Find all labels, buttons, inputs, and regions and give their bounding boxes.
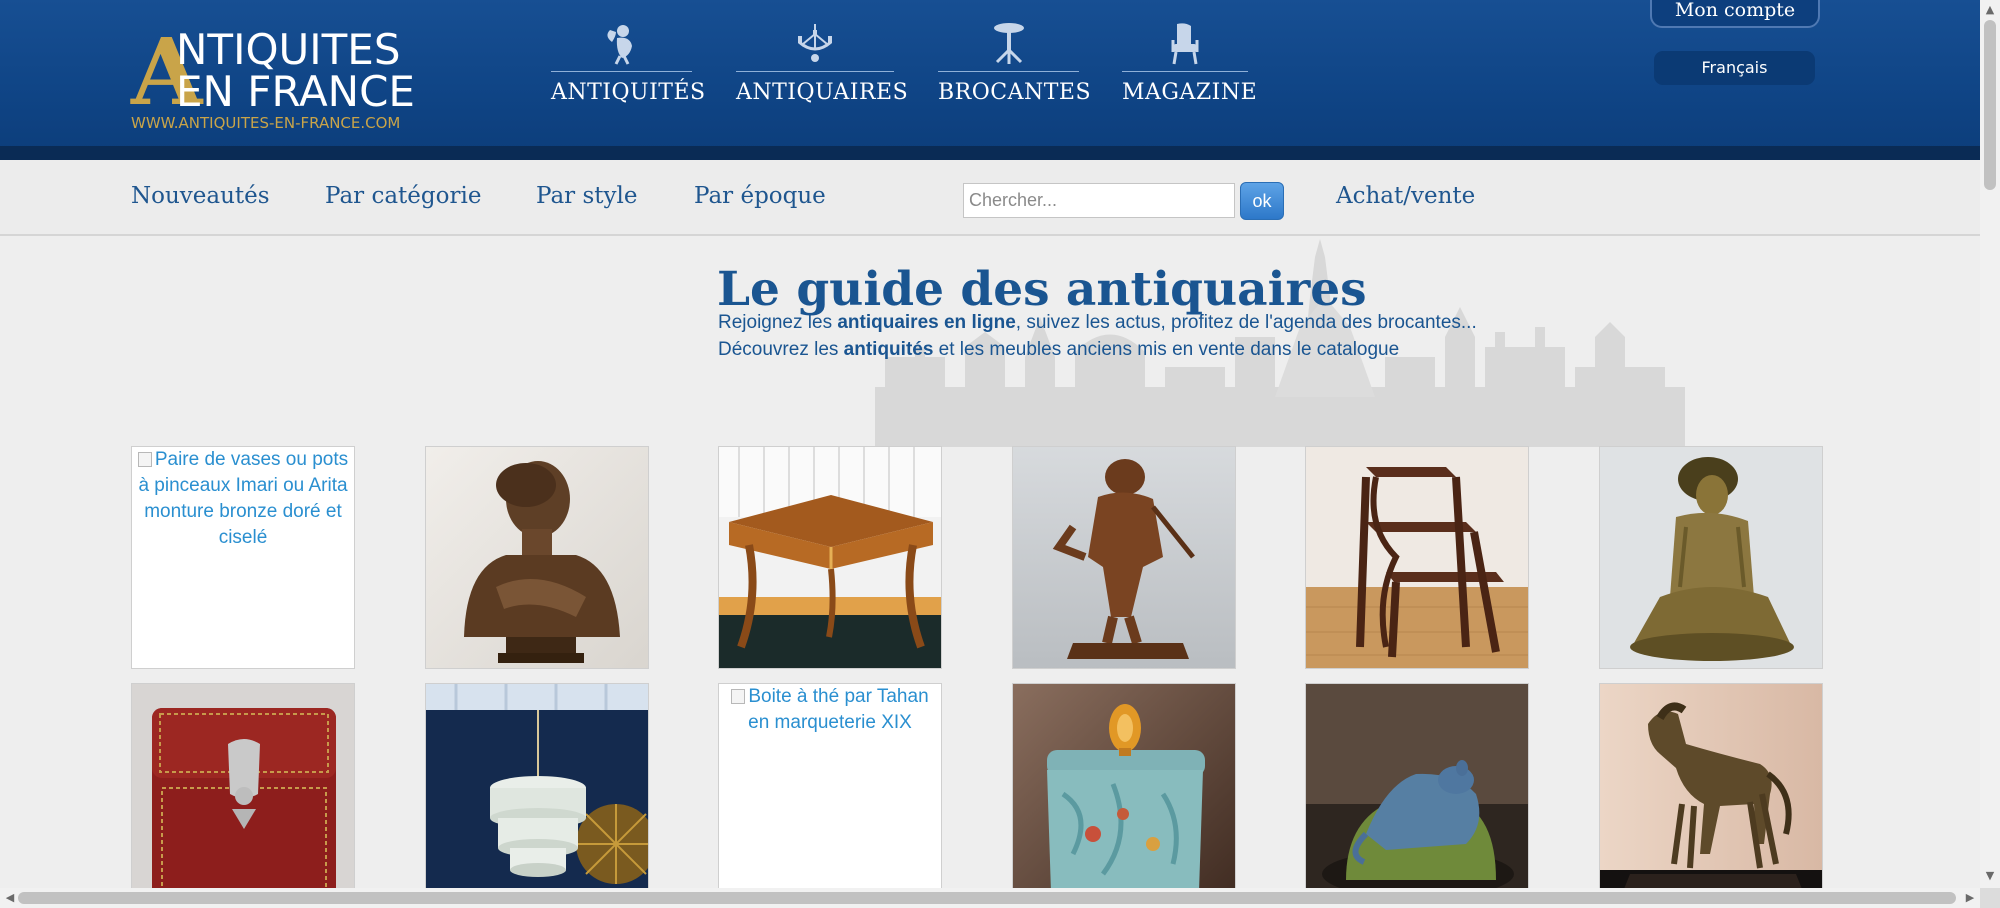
chandelier-icon: [798, 24, 832, 62]
side-table-image: [719, 447, 941, 668]
glass-chandelier-image: [426, 684, 648, 905]
scroll-left-arrow-icon[interactable]: ◀: [0, 888, 20, 908]
cherub-icon: [606, 25, 632, 65]
vertical-scroll-thumb[interactable]: [1984, 20, 1996, 190]
header-bottom-strip: [0, 146, 1980, 160]
subnav-achat-vente[interactable]: Achat/vente: [1336, 182, 1475, 210]
gueridon-table-icon: [993, 23, 1024, 64]
nav-antiquites-label: ANTIQUITÉS: [551, 80, 706, 105]
library-steps-image: [1306, 447, 1528, 668]
nav-antiquites[interactable]: ANTIQUITÉS: [551, 22, 706, 112]
logo-url: WWW.ANTIQUITES-EN-FRANCE.COM: [131, 114, 401, 132]
product-tile[interactable]: [718, 446, 942, 669]
product-tile[interactable]: Paire de vases ou pots à pinceaux Imari …: [131, 446, 355, 669]
vertical-scrollbar[interactable]: ▲ ▼: [1980, 0, 2000, 888]
horizontal-scrollbar[interactable]: ◀ ▶: [0, 888, 1980, 908]
bronze-horse-image: [1600, 684, 1822, 905]
intro-line-2: Découvrez les antiquités et les meubles …: [718, 339, 1400, 360]
subnav-par-categorie[interactable]: Par catégorie: [325, 182, 481, 210]
nav-magazine-label: MAGAZINE: [1122, 80, 1258, 105]
nav-brocantes-label: BROCANTES: [938, 80, 1092, 105]
nav-rule: [1122, 71, 1248, 72]
subnav-par-style[interactable]: Par style: [536, 182, 637, 210]
product-tile[interactable]: [1012, 446, 1236, 669]
scroll-right-arrow-icon[interactable]: ▶: [1960, 888, 1980, 908]
product-tile[interactable]: Boite à thé par Tahan en marqueterie XIX: [718, 683, 942, 906]
search-input[interactable]: [963, 183, 1235, 218]
bronze-sculpture-image: [1600, 447, 1822, 668]
nav-magazine[interactable]: MAGAZINE: [1122, 22, 1258, 112]
account-button[interactable]: Mon compte: [1650, 0, 1820, 28]
search-submit-button[interactable]: ok: [1240, 182, 1284, 220]
scroll-up-arrow-icon[interactable]: ▲: [1980, 0, 2000, 20]
site-logo[interactable]: A NTIQUITES EN FRANCE WWW.ANTIQUITES-EN-…: [131, 26, 441, 132]
logo-line2: EN FRANCE: [176, 67, 415, 116]
red-leather-case-image: [132, 684, 354, 905]
main-content: Le guide des antiquaires Rejoignez les a…: [0, 237, 1980, 906]
armchair-icon: [1171, 23, 1199, 65]
intro-text: Rejoignez les antiquaires en ligne, suiv…: [718, 309, 1618, 363]
scroll-down-arrow-icon[interactable]: ▼: [1980, 866, 2000, 886]
broken-image-alt-text: Boite à thé par Tahan en marqueterie XIX: [719, 684, 941, 736]
product-tile[interactable]: [1305, 683, 1529, 906]
scrollbar-corner: [1980, 888, 2000, 908]
glass-box-image: [1013, 684, 1235, 905]
nav-brocantes[interactable]: BROCANTES: [938, 22, 1092, 112]
product-tile[interactable]: [1012, 683, 1236, 906]
intro-line-1: Rejoignez les antiquaires en ligne, suiv…: [718, 312, 1477, 333]
broken-image-icon: [137, 452, 152, 467]
product-tile[interactable]: [1599, 446, 1823, 669]
horizontal-scroll-thumb[interactable]: [18, 892, 1956, 904]
product-tile[interactable]: [131, 683, 355, 906]
link-antiquaires-en-ligne[interactable]: antiquaires en ligne: [837, 312, 1015, 333]
subnav-nouveautes[interactable]: Nouveautés: [131, 182, 270, 210]
product-tile[interactable]: [425, 683, 649, 906]
product-tile[interactable]: [1305, 446, 1529, 669]
subnav-par-epoque[interactable]: Par époque: [694, 182, 826, 210]
logo-line1: NTIQUITES: [176, 25, 401, 74]
nav-antiquaires[interactable]: ANTIQUAIRES: [736, 22, 909, 112]
nav-rule: [938, 71, 1079, 72]
broken-image-alt-text: Paire de vases ou pots à pinceaux Imari …: [137, 449, 349, 548]
product-tile[interactable]: [425, 446, 649, 669]
product-tile[interactable]: [1599, 683, 1823, 906]
nav-antiquaires-label: ANTIQUAIRES: [736, 80, 909, 105]
nav-rule: [736, 71, 894, 72]
site-header: A NTIQUITES EN FRANCE WWW.ANTIQUITES-EN-…: [0, 0, 1980, 160]
link-antiquites[interactable]: antiquités: [844, 339, 934, 360]
broken-image-icon: [731, 689, 746, 704]
bronze-figure-image: [1013, 447, 1235, 668]
language-selector[interactable]: Français: [1654, 51, 1815, 85]
nav-rule: [551, 71, 692, 72]
glass-animal-image: [1306, 684, 1528, 905]
bronze-bust-image: [426, 447, 648, 668]
